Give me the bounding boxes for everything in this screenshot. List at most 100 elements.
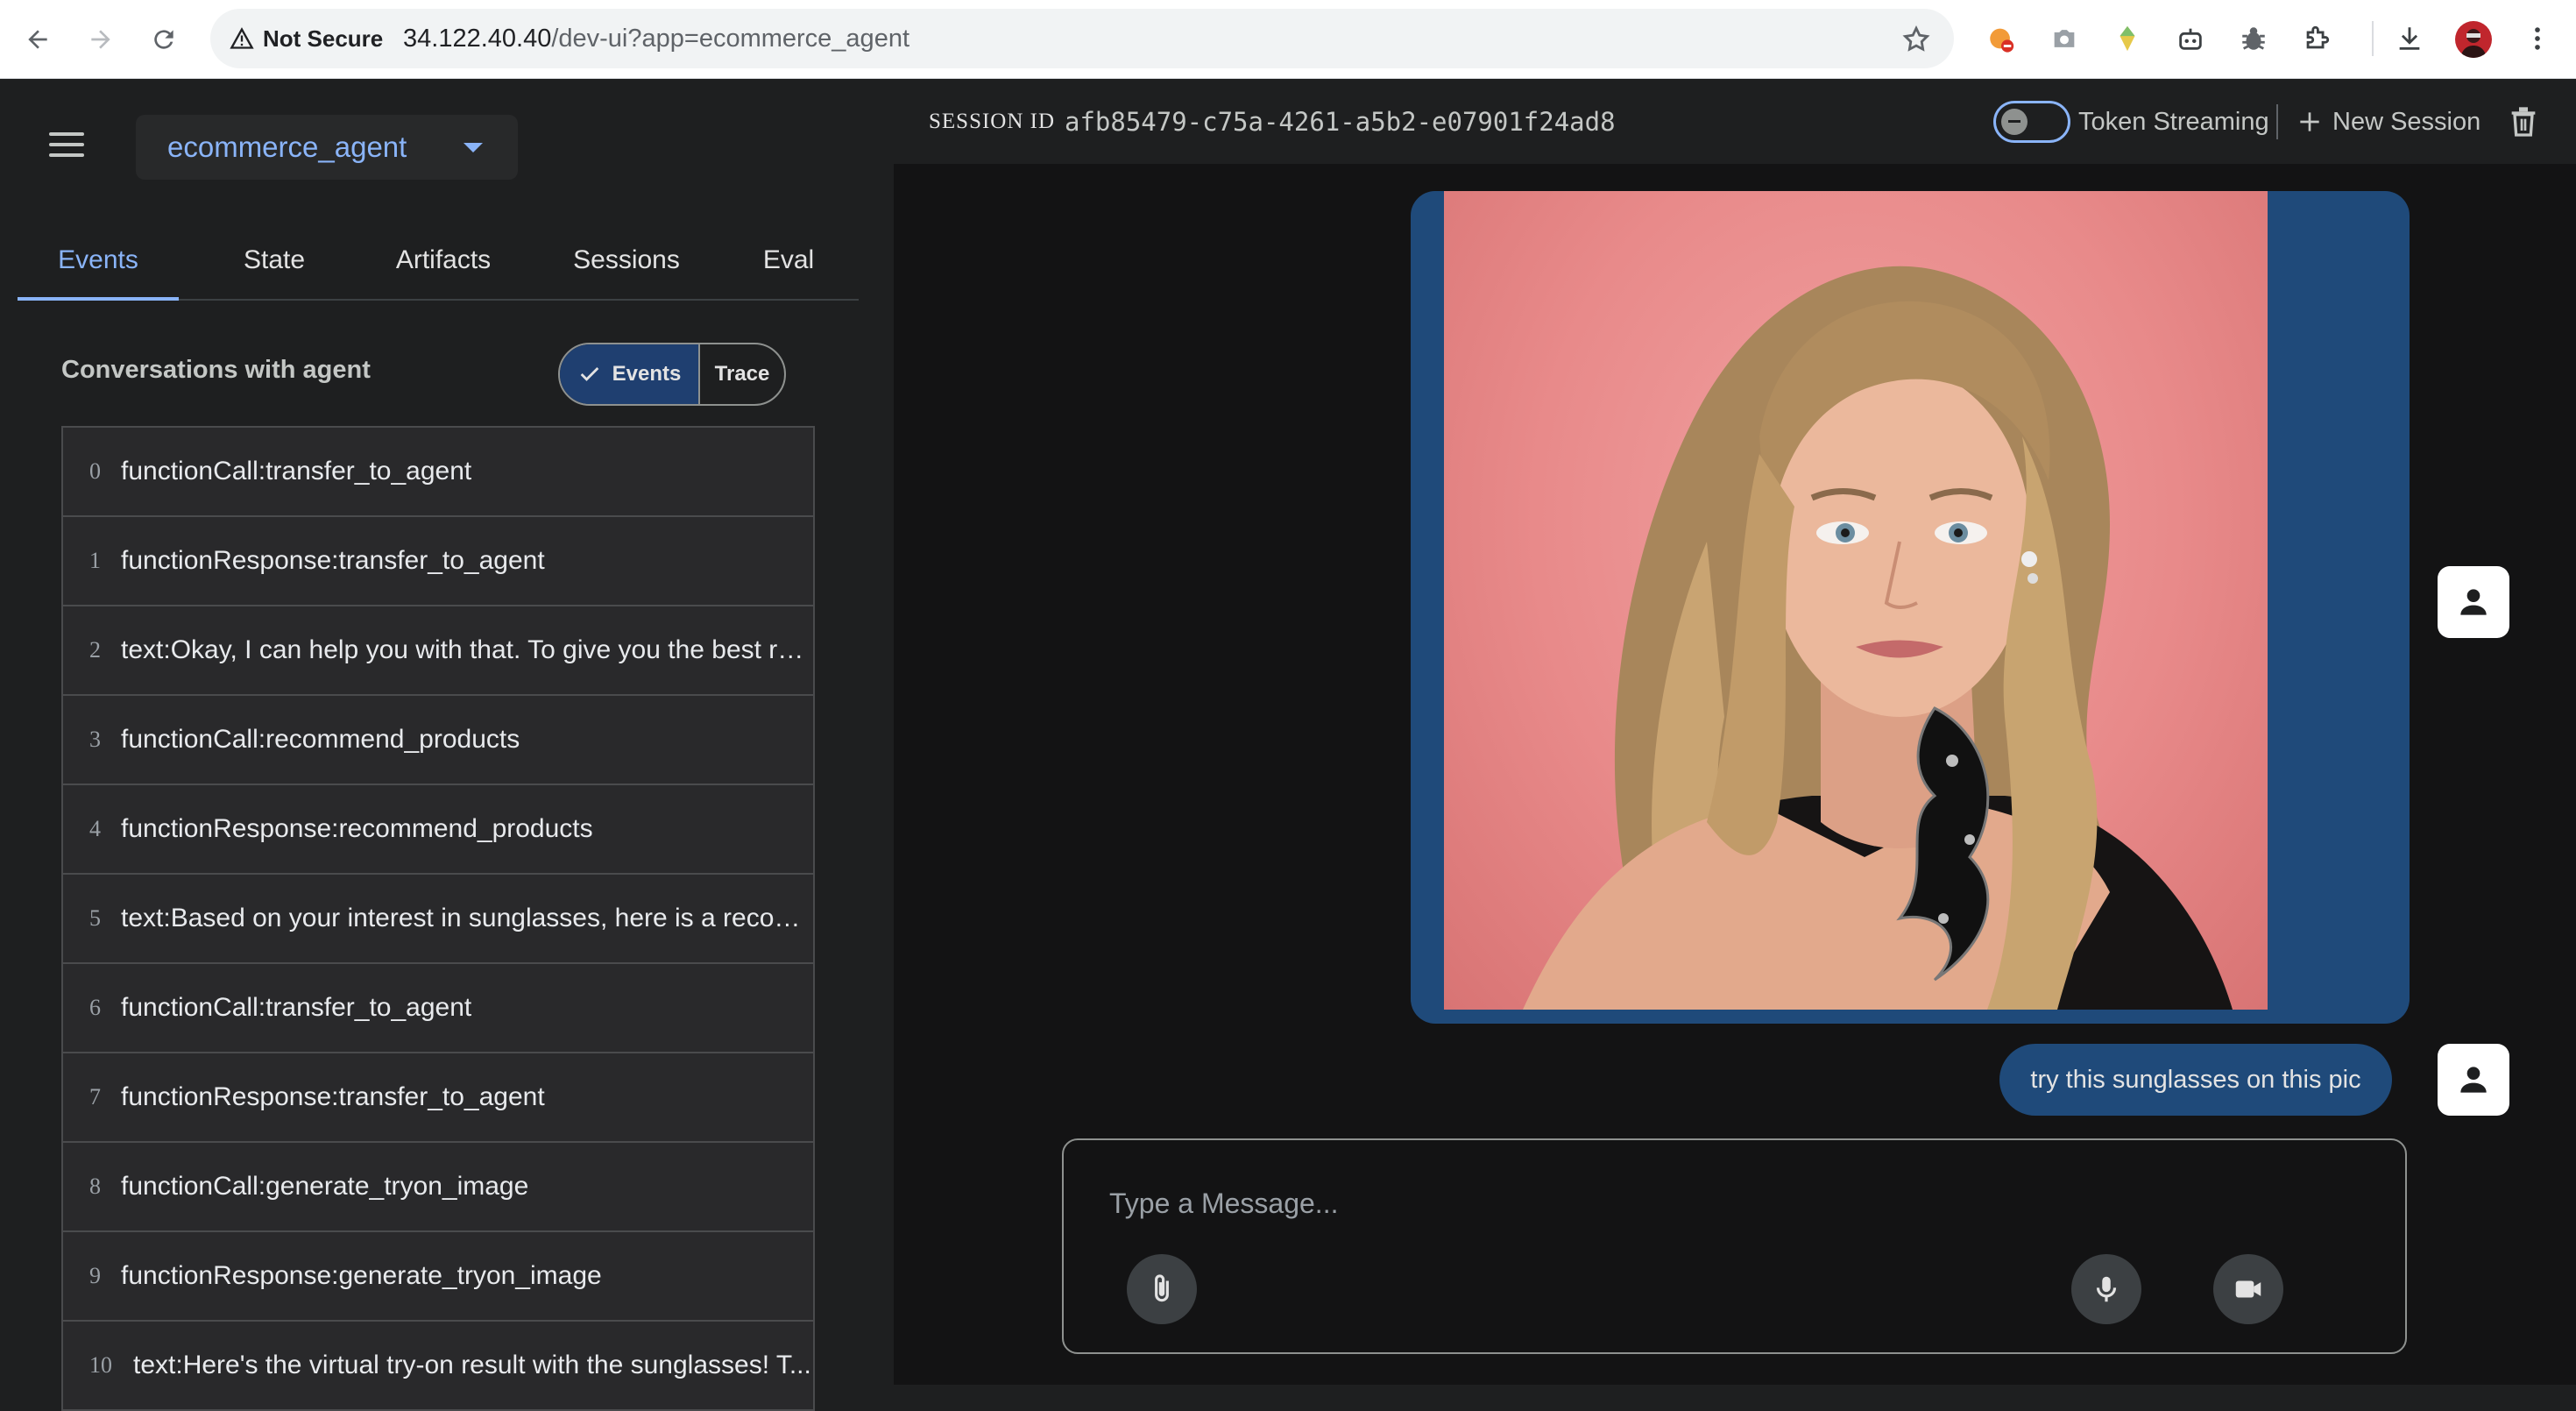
tab-events[interactable]: Events bbox=[18, 220, 179, 301]
event-row[interactable]: 1 functionResponse:transfer_to_agent bbox=[61, 515, 815, 606]
extensions-puzzle-icon[interactable] bbox=[2299, 21, 2334, 56]
extension-hat-icon[interactable] bbox=[1984, 21, 2019, 56]
tab-eval[interactable]: Eval bbox=[718, 220, 859, 301]
token-streaming-label: Token Streaming bbox=[2078, 108, 2269, 136]
bug-icon[interactable] bbox=[2236, 21, 2271, 56]
security-indicator[interactable]: Not Secure bbox=[230, 23, 383, 54]
attach-button[interactable] bbox=[1127, 1254, 1197, 1324]
videocam-icon bbox=[2235, 1280, 2261, 1298]
person-icon bbox=[2460, 1067, 2487, 1093]
event-row[interactable]: 6 functionCall:transfer_to_agent bbox=[61, 962, 815, 1053]
event-text: functionResponse:transfer_to_agent bbox=[121, 1082, 545, 1111]
event-row[interactable]: 7 functionResponse:transfer_to_agent bbox=[61, 1052, 815, 1143]
bookmark-star-icon[interactable] bbox=[1901, 25, 1931, 54]
event-index: 7 bbox=[89, 1084, 101, 1110]
robot-icon[interactable] bbox=[2173, 21, 2208, 56]
event-index: 2 bbox=[89, 637, 101, 663]
event-list: 0 functionCall:transfer_to_agent 1 functio… bbox=[61, 426, 815, 1411]
user-avatar bbox=[2438, 566, 2509, 638]
menu-icon[interactable] bbox=[49, 132, 84, 160]
event-text: text:Here's the virtual try-on result wi… bbox=[133, 1351, 811, 1379]
tab-sessions[interactable]: Sessions bbox=[534, 220, 718, 301]
app-selector[interactable]: ecommerce_agent bbox=[136, 115, 518, 180]
event-index: 9 bbox=[89, 1263, 101, 1288]
reload-icon bbox=[154, 30, 173, 49]
toggle-trace-label: Trace bbox=[714, 362, 770, 386]
event-text: functionResponse:transfer_to_agent bbox=[121, 546, 545, 575]
toolbar-divider bbox=[2372, 21, 2374, 56]
warning-icon bbox=[230, 27, 254, 49]
forward-button[interactable] bbox=[79, 18, 123, 61]
event-text: functionResponse:generate_tryon_image bbox=[121, 1261, 602, 1290]
arrow-left-icon bbox=[28, 30, 47, 49]
event-row[interactable]: 3 functionCall:recommend_products bbox=[61, 694, 815, 785]
address-bar[interactable]: Not Secure 34.122.40.40/dev-ui?app=ecomm… bbox=[210, 9, 1954, 68]
token-streaming-toggle[interactable] bbox=[1993, 101, 2070, 143]
download-icon[interactable] bbox=[2392, 21, 2427, 56]
new-session-label: New Session bbox=[2332, 107, 2481, 136]
toggle-trace-button[interactable]: Trace bbox=[700, 344, 784, 404]
message-composer: Type a Message... bbox=[1062, 1138, 2407, 1354]
microphone-button[interactable] bbox=[2071, 1254, 2141, 1324]
event-text: text:Okay, I can help you with that. To … bbox=[121, 635, 804, 664]
event-text: functionCall:transfer_to_agent bbox=[121, 993, 472, 1022]
event-index: 4 bbox=[89, 816, 101, 841]
tab-state[interactable]: State bbox=[193, 220, 356, 301]
message-input[interactable]: Type a Message... bbox=[1109, 1188, 1338, 1220]
video-button[interactable] bbox=[2213, 1254, 2283, 1324]
url-path: /dev-ui?app=ecommerce_agent bbox=[551, 25, 910, 53]
tab-artifacts[interactable]: Artifacts bbox=[356, 220, 531, 301]
app-selector-value: ecommerce_agent bbox=[167, 131, 407, 163]
session-header: SESSION ID afb85479-c75a-4261-a5b2-e0790… bbox=[894, 80, 2576, 164]
toggle-events-button[interactable]: Events bbox=[560, 344, 700, 404]
event-text: text:Based on your interest in sunglasse… bbox=[121, 904, 804, 932]
chat-panel: SESSION ID afb85479-c75a-4261-a5b2-e0790… bbox=[894, 80, 2576, 1385]
session-id-value: afb85479-c75a-4261-a5b2-e07901f24ad8 bbox=[1065, 107, 1616, 137]
caret-down-icon bbox=[464, 143, 483, 152]
browser-toolbar: Not Secure 34.122.40.40/dev-ui?app=ecomm… bbox=[0, 0, 2576, 79]
image-message-bubble bbox=[1411, 191, 2410, 1024]
event-index: 0 bbox=[89, 458, 101, 484]
event-index: 10 bbox=[89, 1352, 112, 1378]
user-avatar bbox=[2438, 1044, 2509, 1116]
side-tabs: Events State Artifacts Sessions Eval bbox=[18, 220, 859, 301]
events-trace-toggle: Events Trace bbox=[558, 343, 786, 406]
delete-icon[interactable] bbox=[2506, 104, 2541, 139]
microphone-icon bbox=[2096, 1276, 2117, 1302]
plus-icon bbox=[2300, 112, 2319, 131]
person-icon bbox=[2460, 589, 2487, 615]
profile-avatar[interactable] bbox=[2455, 21, 2492, 58]
event-row[interactable]: 5 text:Based on your interest in sunglass… bbox=[61, 873, 815, 964]
camera-icon[interactable] bbox=[2047, 21, 2082, 56]
reload-button[interactable] bbox=[142, 18, 186, 61]
header-divider bbox=[2276, 104, 2278, 139]
new-session-button[interactable]: New Session bbox=[2296, 80, 2480, 164]
event-row[interactable]: 0 functionCall:transfer_to_agent bbox=[61, 426, 815, 517]
event-index: 6 bbox=[89, 995, 101, 1020]
event-row[interactable]: 2 text:Okay, I can help you with that. To… bbox=[61, 605, 815, 696]
side-panel: ecommerce_agent Events State Artifacts S… bbox=[0, 80, 894, 1411]
extension-gem-icon[interactable] bbox=[2110, 21, 2145, 56]
session-id-label: SESSION ID bbox=[929, 110, 1056, 133]
event-row[interactable]: 9 functionResponse:generate_tryon_image bbox=[61, 1230, 815, 1322]
user-message-bubble: try this sunglasses on this pic bbox=[1999, 1044, 2392, 1116]
check-icon bbox=[580, 367, 598, 381]
more-vert-icon[interactable] bbox=[2520, 21, 2555, 56]
event-row[interactable]: 4 functionResponse:recommend_products bbox=[61, 783, 815, 875]
event-row[interactable]: 10 text:Here's the virtual try-on result … bbox=[61, 1320, 815, 1411]
security-label: Not Secure bbox=[263, 25, 384, 52]
event-text: functionCall:recommend_products bbox=[121, 725, 520, 754]
arrow-right-icon bbox=[91, 30, 110, 49]
uploaded-portrait-image[interactable] bbox=[1444, 191, 2268, 1010]
back-button[interactable] bbox=[16, 18, 60, 61]
toggle-events-label: Events bbox=[612, 362, 682, 386]
event-text: functionResponse:recommend_products bbox=[121, 814, 593, 843]
conversations-heading: Conversations with agent bbox=[61, 356, 371, 384]
event-row[interactable]: 8 functionCall:generate_tryon_image bbox=[61, 1141, 815, 1232]
event-text: functionCall:transfer_to_agent bbox=[121, 457, 472, 486]
url-text[interactable]: 34.122.40.40/dev-ui?app=ecommerce_agent bbox=[403, 9, 909, 68]
event-index: 3 bbox=[89, 727, 101, 752]
paperclip-icon bbox=[1155, 1274, 1169, 1302]
event-index: 1 bbox=[89, 548, 101, 573]
toggle-knob bbox=[2001, 109, 2028, 135]
